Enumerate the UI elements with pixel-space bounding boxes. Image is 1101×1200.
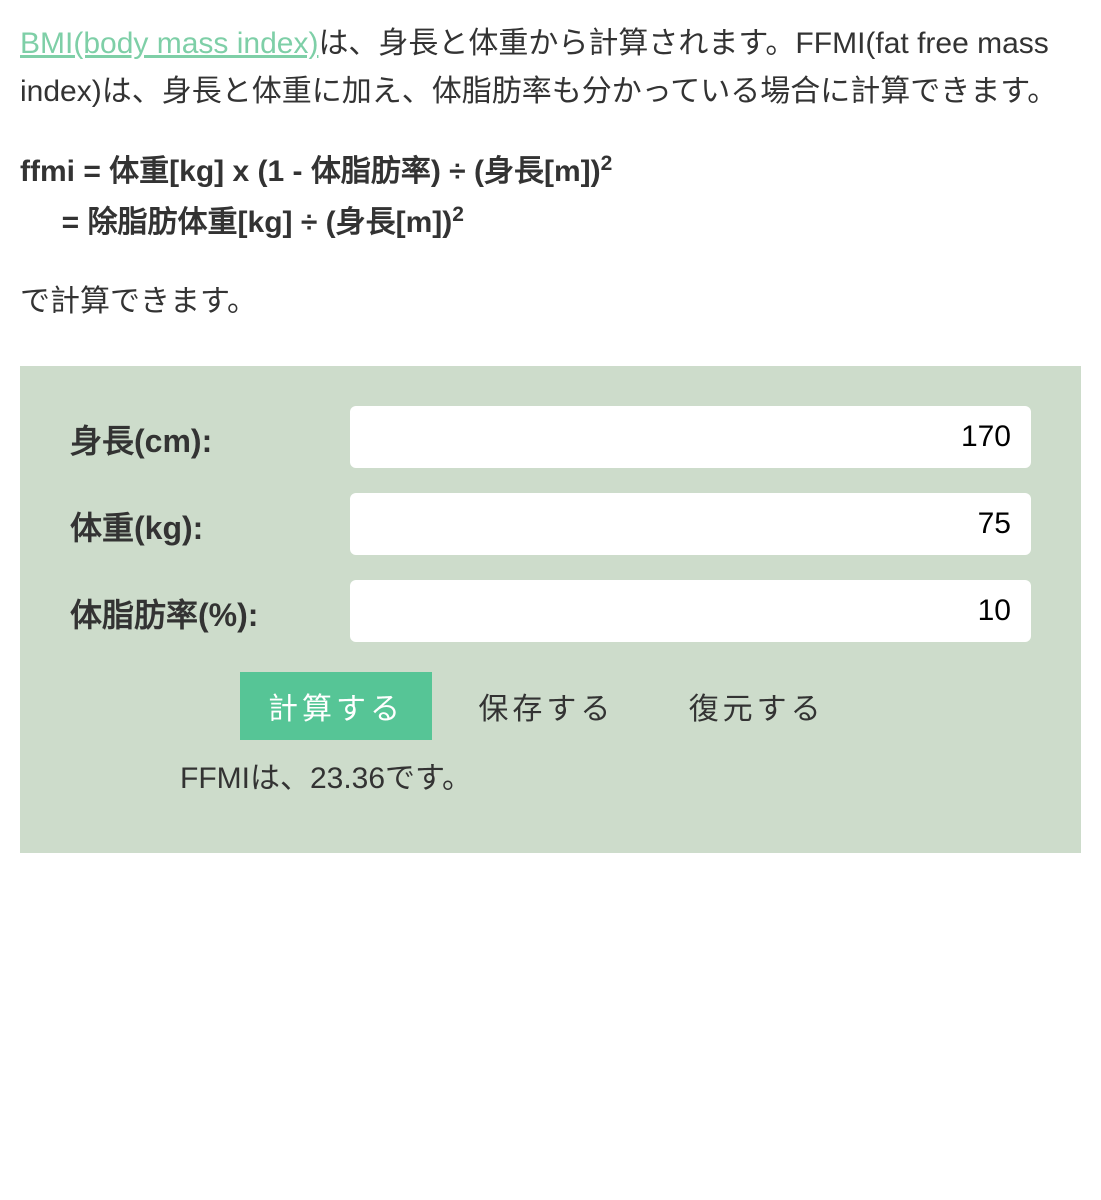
formula-line2: = 除脂肪体重[kg] ÷ (身長[m]) (20, 206, 452, 239)
weight-input[interactable] (350, 493, 1031, 555)
save-button[interactable]: 保存する (450, 672, 642, 740)
intro-paragraph: BMI(body mass index)は、身長と体重から計算されます。FFMI… (20, 20, 1081, 116)
height-row: 身長(cm): (70, 406, 1031, 468)
weight-label: 体重(kg): (70, 493, 350, 554)
formula-sup1: 2 (601, 152, 613, 175)
weight-row: 体重(kg): (70, 493, 1031, 555)
bodyfat-row: 体脂肪率(%): (70, 580, 1031, 642)
result-text: FFMIは、23.36です。 (70, 755, 1031, 803)
formula-sup2: 2 (452, 203, 464, 226)
calculate-button[interactable]: 計算する (240, 672, 432, 740)
button-row: 計算する 保存する 復元する (70, 672, 1031, 740)
height-input[interactable] (350, 406, 1031, 468)
bodyfat-label: 体脂肪率(%): (70, 580, 350, 641)
restore-button[interactable]: 復元する (661, 672, 853, 740)
height-label: 身長(cm): (70, 406, 350, 467)
formula-line1: ffmi = 体重[kg] x (1 - 体脂肪率) ÷ (身長[m]) (20, 155, 601, 188)
desc2: で計算できます。 (20, 278, 1081, 326)
ffmi-formula: ffmi = 体重[kg] x (1 - 体脂肪率) ÷ (身長[m])2 = … (20, 146, 1081, 248)
bmi-link[interactable]: BMI(body mass index) (20, 27, 318, 60)
calculator-panel: 身長(cm): 体重(kg): 体脂肪率(%): 計算する 保存する 復元する … (20, 366, 1081, 853)
bodyfat-input[interactable] (350, 580, 1031, 642)
